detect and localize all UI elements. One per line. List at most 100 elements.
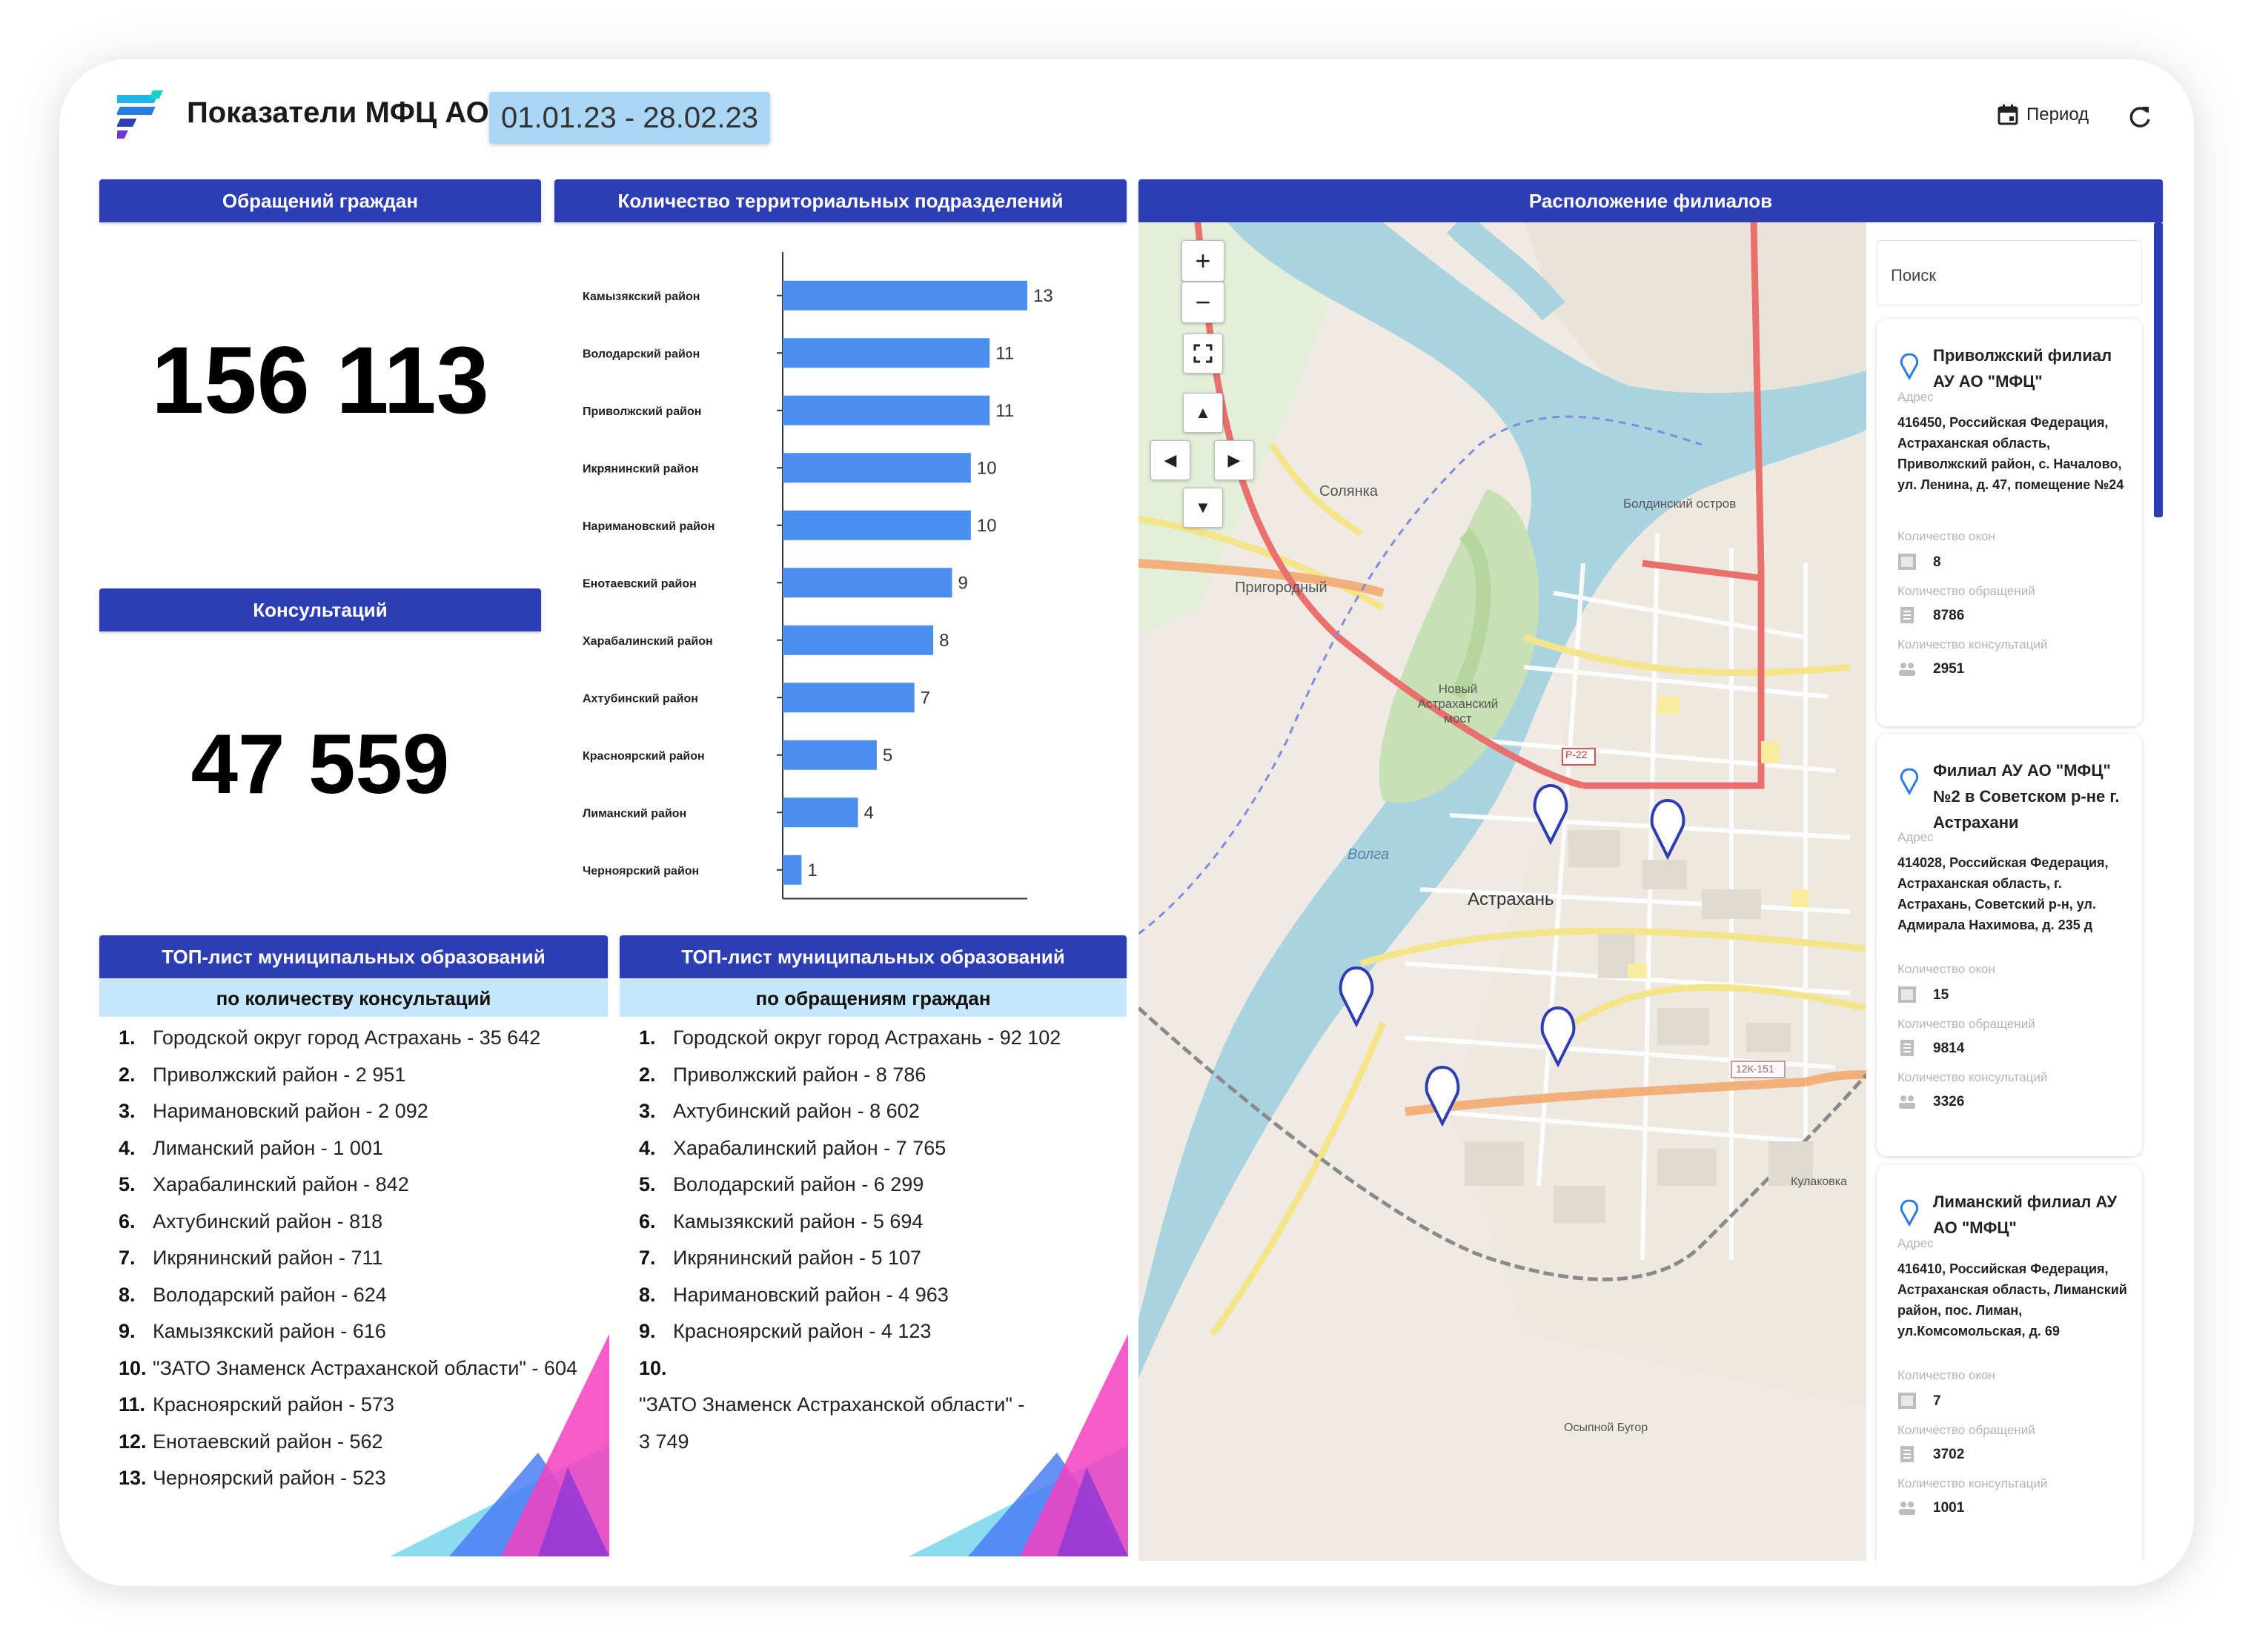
- chart-value-label: 5: [883, 746, 892, 766]
- chart-category-label: Камызякский район: [583, 291, 700, 303]
- branch-card[interactable]: Филиал АУ АО "МФЦ" №2 в Советском р-не г…: [1877, 734, 2142, 1156]
- appeals-value: 8786: [1933, 608, 1965, 623]
- branch-name: Приволжский филиал АУ АО "МФЦ": [1933, 346, 2112, 391]
- top-appeals-subtitle: по обращениям граждан: [620, 980, 1127, 1017]
- document-icon: [1897, 1445, 1917, 1463]
- list-item-number: 7.: [119, 1247, 136, 1269]
- window-icon: [1897, 986, 1917, 1004]
- address-label: Адрес: [1897, 830, 1934, 844]
- zoom-out-button[interactable]: −: [1181, 282, 1224, 323]
- chart-bar[interactable]: [783, 625, 934, 655]
- label-road-r22: Р-22: [1565, 749, 1588, 760]
- branch-card[interactable]: Лиманский филиал АУ АО "МФЦ" Адрес 416410,…: [1877, 1165, 2142, 1561]
- arrow-left-icon: ◀: [1164, 451, 1177, 469]
- chart-bar[interactable]: [783, 338, 990, 368]
- list-item-number: 12.: [119, 1430, 147, 1453]
- consultations-label: Количество консультаций: [1897, 1070, 2048, 1084]
- period-range[interactable]: 01.01.23 - 28.02.23: [489, 92, 770, 144]
- list-item: 4. Харабалинский район - 7 765: [639, 1130, 1061, 1167]
- list-item-text: Приволжский район - 2 951: [153, 1063, 406, 1086]
- decor-triangles: [390, 1334, 609, 1556]
- branch-address: 416450, Российская Федерация, Астраханск…: [1897, 415, 2124, 492]
- fullscreen-button[interactable]: [1183, 334, 1223, 374]
- branch-search-input[interactable]: Поиск: [1877, 240, 2142, 305]
- list-item-text: Володарский район - 6 299: [673, 1173, 924, 1195]
- list-item-text: Городской округ город Астрахань - 92 102: [673, 1026, 1061, 1049]
- chart-category-label: Енотаевский район: [583, 577, 697, 590]
- label-city: Астрахань: [1468, 889, 1554, 909]
- list-item: 5. Харабалинский район - 842: [119, 1167, 608, 1204]
- chart-bar[interactable]: [783, 568, 952, 598]
- list-item-text: Ахтубинский район - 818: [153, 1210, 383, 1233]
- list-item-text: Камызякский район - 5 694: [673, 1210, 924, 1233]
- branch-address: 416410, Российская Федерация, Астраханск…: [1897, 1261, 2127, 1338]
- window-icon: [1897, 553, 1917, 571]
- chart-bar[interactable]: [783, 797, 858, 828]
- list-item: 6. Ахтубинский район - 818: [119, 1204, 608, 1241]
- list-item-number: 6.: [119, 1210, 136, 1233]
- chart-value-label: 4: [864, 803, 874, 823]
- chart-bar[interactable]: [783, 855, 802, 885]
- label-osypnoy: Осыпной Бугор: [1564, 1422, 1648, 1434]
- list-item: 8. Наримановский район - 4 963: [639, 1277, 1061, 1314]
- list-item: 5. Володарский район - 6 299: [639, 1167, 1061, 1204]
- list-item-number: 1.: [119, 1026, 136, 1049]
- list-item: 4. Лиманский район - 1 001: [119, 1130, 608, 1167]
- chart-category-label: Икрянинский район: [583, 462, 699, 475]
- list-item-number: 2.: [639, 1063, 656, 1086]
- decor-triangles: [909, 1334, 1128, 1556]
- pan-up-button[interactable]: ▲: [1183, 393, 1223, 433]
- label-bridge: Новый Астраханский мост: [1417, 682, 1499, 726]
- windows-label: Количество окон: [1897, 1368, 1995, 1382]
- list-item-number: 3.: [119, 1100, 136, 1122]
- branch-card[interactable]: Приволжский филиал АУ АО "МФЦ" Адрес 41645…: [1877, 319, 2142, 726]
- list-item-text: Наримановский район - 2 092: [153, 1100, 428, 1122]
- label-kulakovka: Кулаковка: [1791, 1175, 1848, 1188]
- chart-value-label: 9: [958, 573, 967, 593]
- people-icon: [1897, 1092, 1917, 1110]
- pan-down-button[interactable]: ▼: [1183, 488, 1223, 528]
- appeals-label: Количество обращений: [1897, 1423, 2035, 1437]
- chart-category-label: Лиманский район: [583, 807, 686, 820]
- chart-value-label: 11: [995, 343, 1014, 363]
- chart-bar[interactable]: [783, 510, 971, 540]
- list-item-text: Камызякский район - 616: [153, 1320, 386, 1342]
- period-button[interactable]: Период: [1997, 104, 2089, 126]
- windows-value: 15: [1933, 987, 1949, 1003]
- zoom-in-button[interactable]: +: [1181, 240, 1224, 282]
- chart-value-label: 13: [1033, 286, 1053, 306]
- arrow-down-icon: ▼: [1195, 498, 1211, 517]
- pan-left-button[interactable]: ◀: [1150, 440, 1190, 480]
- chart-bar[interactable]: [783, 280, 1027, 311]
- consultations-title: Консультаций: [99, 588, 541, 631]
- chart-bar[interactable]: [783, 395, 990, 425]
- windows-value: 8: [1933, 554, 1941, 570]
- pan-right-button[interactable]: ▶: [1214, 440, 1254, 480]
- list-item: 7. Икрянинский район - 5 107: [639, 1240, 1061, 1277]
- refresh-icon[interactable]: [2126, 104, 2154, 132]
- top-consultations-title: ТОП-лист муниципальных образований: [99, 935, 608, 978]
- list-item-text: Харабалинский район - 7 765: [673, 1136, 947, 1159]
- chart-bar[interactable]: [783, 683, 915, 713]
- list-item-number: 1.: [639, 1026, 656, 1049]
- chart-value-label: 10: [977, 458, 997, 478]
- list-item: 8. Володарский район - 624: [119, 1277, 608, 1314]
- label-solyanka: Солянка: [1319, 483, 1378, 500]
- list-item-text: Икрянинский район - 711: [153, 1247, 383, 1269]
- chart-value-label: 1: [807, 860, 817, 880]
- chart-value-label: 7: [921, 688, 930, 708]
- list-item-number: 7.: [639, 1247, 656, 1269]
- consultations-value: 1001: [1933, 1500, 1965, 1516]
- list-item-text: Лиманский район - 1 001: [153, 1136, 383, 1159]
- list-item-text: Красноярский район - 4 123: [673, 1320, 932, 1342]
- chart-bar[interactable]: [783, 453, 971, 483]
- list-item: 7. Икрянинский район - 711: [119, 1240, 608, 1277]
- chart-bar[interactable]: [783, 740, 877, 770]
- branches-map[interactable]: Солянка Пригородный Болдинский остров Но…: [1138, 222, 1866, 1561]
- list-item-number: 8.: [639, 1283, 656, 1306]
- list-item-text: Харабалинский район - 842: [153, 1173, 409, 1195]
- panel-scrollbar[interactable]: [2154, 222, 2163, 517]
- chart-category-label: Харабалинский район: [583, 635, 713, 648]
- list-item-text: Володарский район - 624: [153, 1283, 387, 1306]
- list-item: 2. Приволжский район - 8 786: [639, 1057, 1061, 1094]
